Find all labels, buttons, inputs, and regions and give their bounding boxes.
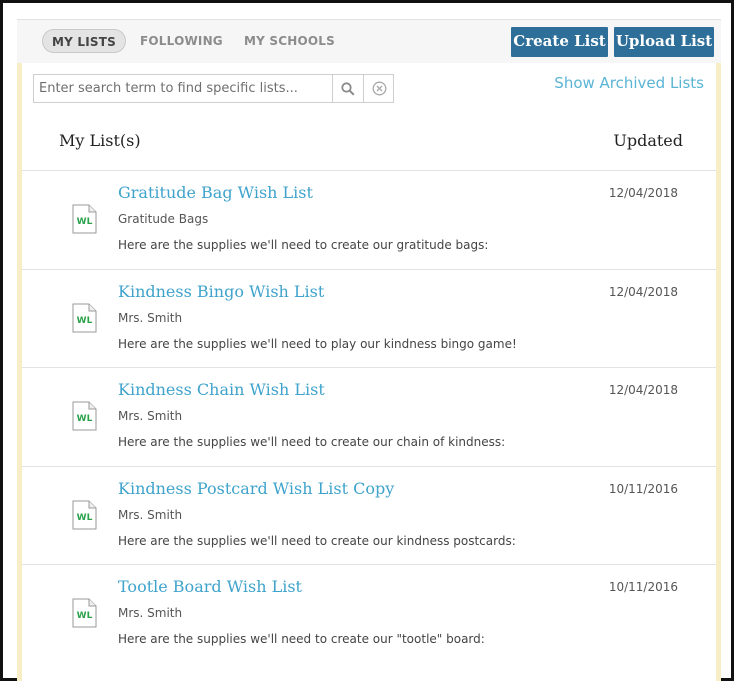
search-icon [341, 81, 355, 96]
tab-following[interactable]: FOLLOWING [140, 29, 223, 53]
app-frame: MY LISTS FOLLOWING MY SCHOOLS Create Lis… [0, 0, 734, 681]
wish-list-document-icon: WL [72, 598, 97, 628]
my-lists-heading: My List(s) [59, 131, 141, 150]
list-owner: Mrs. Smith [118, 409, 183, 423]
list-owner: Mrs. Smith [118, 507, 183, 522]
create-list-button[interactable]: Create List [511, 27, 608, 57]
list-owner: Gratitude Bags [118, 212, 209, 226]
list-updated-date: 12/04/2018 [608, 284, 678, 299]
list-title-link[interactable]: Kindness Postcard Wish List Copy [118, 479, 394, 498]
list-updated-date: 12/04/2018 [608, 186, 678, 200]
list-updated-date: 10/11/2016 [608, 481, 678, 496]
list-description: Here are the supplies we'll need to play… [118, 336, 517, 351]
list-item: WL Kindness Chain Wish List Mrs. Smith H… [22, 367, 716, 466]
list-item: WL Kindness Bingo Wish List Mrs. Smith H… [22, 268, 716, 368]
upload-list-button[interactable]: Upload List [614, 27, 714, 57]
wish-list-document-icon: WL [72, 204, 97, 234]
svg-text:WL: WL [77, 316, 93, 326]
list-description: Here are the supplies we'll need to crea… [118, 533, 516, 548]
list-title-link[interactable]: Gratitude Bag Wish List [118, 183, 313, 202]
search-box [33, 74, 394, 103]
list-title-link[interactable]: Tootle Board Wish List [118, 577, 302, 596]
svg-text:WL: WL [77, 513, 93, 523]
wish-list-list: WL Gratitude Bag Wish List Gratitude Bag… [22, 170, 716, 663]
svg-text:WL: WL [77, 414, 93, 424]
list-owner: Mrs. Smith [118, 606, 183, 620]
list-title-link[interactable]: Kindness Bingo Wish List [118, 282, 324, 301]
tab-my-schools[interactable]: MY SCHOOLS [244, 29, 335, 53]
wish-list-document-icon: WL [72, 500, 97, 529]
list-description: Here are the supplies we'll need to crea… [118, 238, 489, 252]
list-item: WL Tootle Board Wish List Mrs. Smith Her… [22, 564, 716, 663]
list-owner: Mrs. Smith [118, 310, 183, 325]
list-title-link[interactable]: Kindness Chain Wish List [118, 380, 325, 399]
search-input[interactable] [34, 75, 332, 102]
updated-heading: Updated [613, 131, 683, 150]
tab-my-lists[interactable]: MY LISTS [42, 29, 126, 53]
list-description: Here are the supplies we'll need to crea… [118, 632, 485, 646]
lists-panel: Show Archived Lists My List(s) Updated W… [17, 63, 721, 681]
wish-list-document-icon: WL [72, 401, 97, 431]
list-updated-date: 12/04/2018 [608, 383, 678, 397]
search-button[interactable] [332, 75, 363, 102]
list-description: Here are the supplies we'll need to crea… [118, 435, 506, 449]
list-item: WL Kindness Postcard Wish List Copy Mrs.… [22, 465, 716, 565]
wish-list-document-icon: WL [72, 303, 97, 332]
list-updated-date: 10/11/2016 [608, 580, 678, 594]
show-archived-lists-link[interactable]: Show Archived Lists [554, 74, 704, 92]
list-item: WL Gratitude Bag Wish List Gratitude Bag… [22, 170, 716, 269]
svg-text:WL: WL [77, 217, 93, 227]
svg-text:WL: WL [77, 611, 93, 621]
clear-search-button[interactable] [363, 75, 394, 102]
top-bar: MY LISTS FOLLOWING MY SCHOOLS Create Lis… [17, 19, 721, 63]
clear-icon [372, 81, 386, 96]
